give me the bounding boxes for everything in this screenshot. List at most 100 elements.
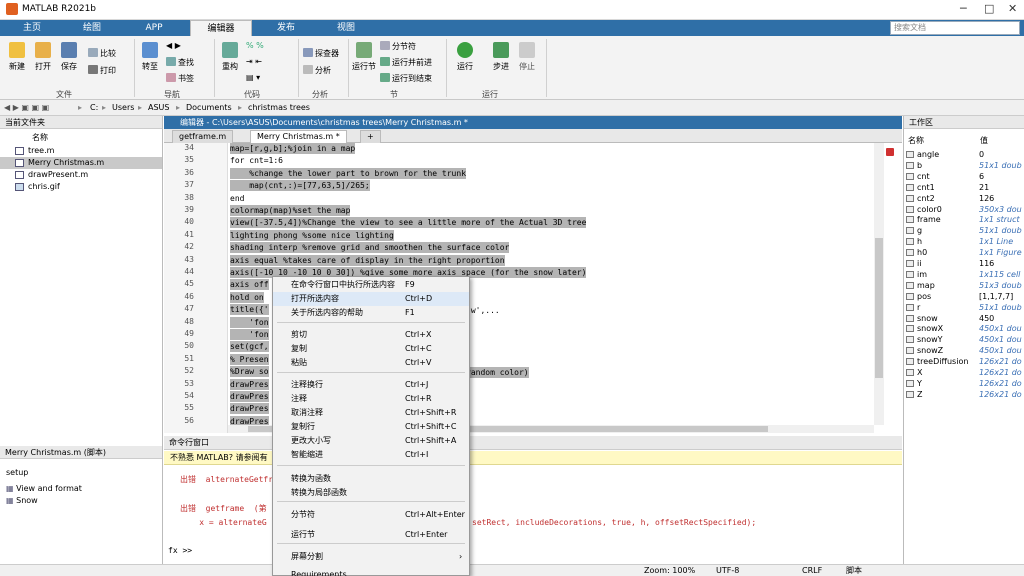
workspace-variable-row[interactable]: b 51x1 doub	[903, 160, 1024, 171]
file-item[interactable]: chris.gif	[0, 181, 162, 193]
find-button[interactable]: 查找	[166, 57, 194, 68]
context-menu-item[interactable]: 打开所选内容 Ctrl+D	[273, 292, 469, 306]
close-icon[interactable]: ✕	[1008, 2, 1017, 15]
tab-home[interactable]: 主页	[10, 20, 54, 36]
context-menu-item[interactable]: 屏幕分割 ›	[273, 550, 469, 564]
workspace-variable-row[interactable]: color0 350x3 dou	[903, 204, 1024, 215]
back-forward-icon[interactable]: ◀ ▶	[166, 41, 181, 50]
step-button[interactable]: 步进	[488, 42, 514, 72]
compare-button[interactable]: 比较	[88, 48, 116, 59]
workspace-variable-row[interactable]: ii 116	[903, 258, 1024, 269]
editor-tab-merry-christmas[interactable]: Merry Christmas.m *	[250, 130, 347, 143]
variable-value: 450x1 dou	[979, 335, 1022, 345]
crumb-drive[interactable]: C:	[90, 103, 98, 112]
ws-name-header[interactable]: 名称	[908, 135, 924, 146]
workspace-variable-row[interactable]: im 1x115 cell	[903, 269, 1024, 280]
workspace-variable-row[interactable]: Z 126x21 do	[903, 389, 1024, 400]
workspace-variable-row[interactable]: h0 1x1 Figure	[903, 247, 1024, 258]
workspace-variable-row[interactable]: cnt1 21	[903, 182, 1024, 193]
file-item[interactable]: Merry Christmas.m	[0, 157, 162, 169]
variable-icon	[906, 194, 914, 202]
context-menu-item[interactable]: 分节符 Ctrl+Alt+Enter	[273, 508, 469, 522]
stop-button[interactable]: 停止	[514, 42, 540, 72]
wrap-icon[interactable]: ▤ ▾	[246, 73, 260, 82]
workspace-variable-row[interactable]: g 51x1 doub	[903, 225, 1024, 236]
run-button[interactable]: 运行	[452, 42, 478, 72]
crumb-christmas-trees[interactable]: christmas trees	[248, 103, 310, 112]
workspace-variable-row[interactable]: cnt2 126	[903, 193, 1024, 204]
tab-plots[interactable]: 绘图	[70, 20, 114, 36]
workspace-variable-row[interactable]: r 51x1 doub	[903, 302, 1024, 313]
context-menu-item[interactable]: 取消注释 Ctrl+Shift+R	[273, 406, 469, 420]
context-menu-item[interactable]: 复制 Ctrl+C	[273, 342, 469, 356]
workspace-variable-row[interactable]: Y 126x21 do	[903, 378, 1024, 389]
workspace-variable-row[interactable]: snowZ 450x1 dou	[903, 345, 1024, 356]
workspace-variable-row[interactable]: snowX 450x1 dou	[903, 323, 1024, 334]
tab-editor[interactable]: 编辑器	[190, 20, 252, 36]
crumb-documents[interactable]: Documents	[186, 103, 232, 112]
workspace-variable-row[interactable]: snowY 450x1 dou	[903, 334, 1024, 345]
workspace-variable-row[interactable]: cnt 6	[903, 171, 1024, 182]
crumb-asus[interactable]: ASUS	[148, 103, 169, 112]
workspace-variable-row[interactable]: frame 1x1 struct	[903, 214, 1024, 225]
comment-icon[interactable]: % %	[246, 41, 264, 50]
context-menu-item[interactable]: 在命令行窗口中执行所选内容 F9	[273, 278, 469, 292]
new-tab-button[interactable]: +	[360, 130, 381, 143]
name-column-header[interactable]: 名称	[32, 132, 48, 143]
section-item-snow[interactable]: ▦ Snow	[6, 496, 38, 505]
minimize-icon[interactable]: ─	[960, 2, 967, 15]
context-menu-item[interactable]: Requirements	[273, 568, 469, 576]
context-menu-item[interactable]: 更改大小写 Ctrl+Shift+A	[273, 434, 469, 448]
profiler-button[interactable]: 探查器	[303, 48, 339, 59]
workspace-variable-row[interactable]: map 51x3 doub	[903, 280, 1024, 291]
error-marker-icon[interactable]	[886, 148, 894, 156]
workspace-title: 工作区	[904, 116, 1024, 129]
context-menu-item[interactable]: 复制行 Ctrl+Shift+C	[273, 420, 469, 434]
workspace-variable-row[interactable]: angle 0	[903, 149, 1024, 160]
run-section-button[interactable]: 运行节	[352, 42, 376, 72]
editor-tab-getframe[interactable]: getframe.m	[172, 130, 234, 143]
cmd-prompt[interactable]: fx >>	[168, 546, 192, 555]
tab-apps[interactable]: APP	[132, 20, 176, 36]
separator: ▸	[176, 103, 181, 112]
maximize-icon[interactable]: □	[984, 2, 994, 15]
run-to-end-button[interactable]: 运行到结束	[380, 73, 432, 84]
goto-button[interactable]: 转至	[138, 42, 162, 72]
open-button[interactable]: 打开	[30, 42, 56, 72]
run-advance-button[interactable]: 运行并前进	[380, 57, 432, 68]
context-menu-item[interactable]: 注释换行 Ctrl+J	[273, 378, 469, 392]
workspace-variable-row[interactable]: h 1x1 Line	[903, 236, 1024, 247]
context-menu-item[interactable]: 关于所选内容的帮助 F1	[273, 306, 469, 320]
search-input[interactable]: 搜索文档	[890, 21, 1020, 35]
workspace-variable-row[interactable]: snow 450	[903, 313, 1024, 324]
menu-separator	[277, 465, 465, 466]
workspace-variable-row[interactable]: treeDiffusion 126x21 do	[903, 356, 1024, 367]
new-button[interactable]: 新建	[4, 42, 30, 72]
tab-publish[interactable]: 发布	[264, 20, 308, 36]
context-menu-item[interactable]: 剪切 Ctrl+X	[273, 328, 469, 342]
file-item[interactable]: tree.m	[0, 145, 162, 157]
save-button[interactable]: 保存	[56, 42, 82, 72]
file-item[interactable]: drawPresent.m	[0, 169, 162, 181]
section-break-button[interactable]: 分节符	[380, 41, 416, 52]
context-menu-item[interactable]: 转换为函数	[273, 472, 469, 486]
nav-arrows-icon[interactable]: ◀ ▶ ▣ ▣ ▣	[4, 103, 49, 112]
print-button[interactable]: 打印	[88, 65, 116, 76]
refactor-button[interactable]: 重构	[218, 42, 242, 72]
context-menu-item[interactable]: 转换为局部函数	[273, 486, 469, 500]
section-item-view-format[interactable]: ▦ View and format	[6, 484, 82, 493]
editor-vertical-scrollbar[interactable]	[874, 143, 884, 425]
indent-icon[interactable]: ⇥ ⇤	[246, 57, 262, 66]
workspace-variable-row[interactable]: X 126x21 do	[903, 367, 1024, 378]
analyze-button[interactable]: 分析	[303, 65, 331, 76]
bookmark-button[interactable]: 书签	[166, 73, 194, 84]
context-menu-item[interactable]: 运行节 Ctrl+Enter	[273, 528, 469, 542]
workspace-variable-row[interactable]: pos [1,1,7,7]	[903, 291, 1024, 302]
ws-value-header[interactable]: 值	[980, 135, 988, 146]
tab-view[interactable]: 视图	[324, 20, 368, 36]
context-menu-item[interactable]: 粘贴 Ctrl+V	[273, 356, 469, 370]
crumb-users[interactable]: Users	[112, 103, 134, 112]
refactor-icon	[222, 42, 238, 58]
context-menu-item[interactable]: 注释 Ctrl+R	[273, 392, 469, 406]
context-menu-item[interactable]: 智能缩进 Ctrl+I	[273, 448, 469, 462]
